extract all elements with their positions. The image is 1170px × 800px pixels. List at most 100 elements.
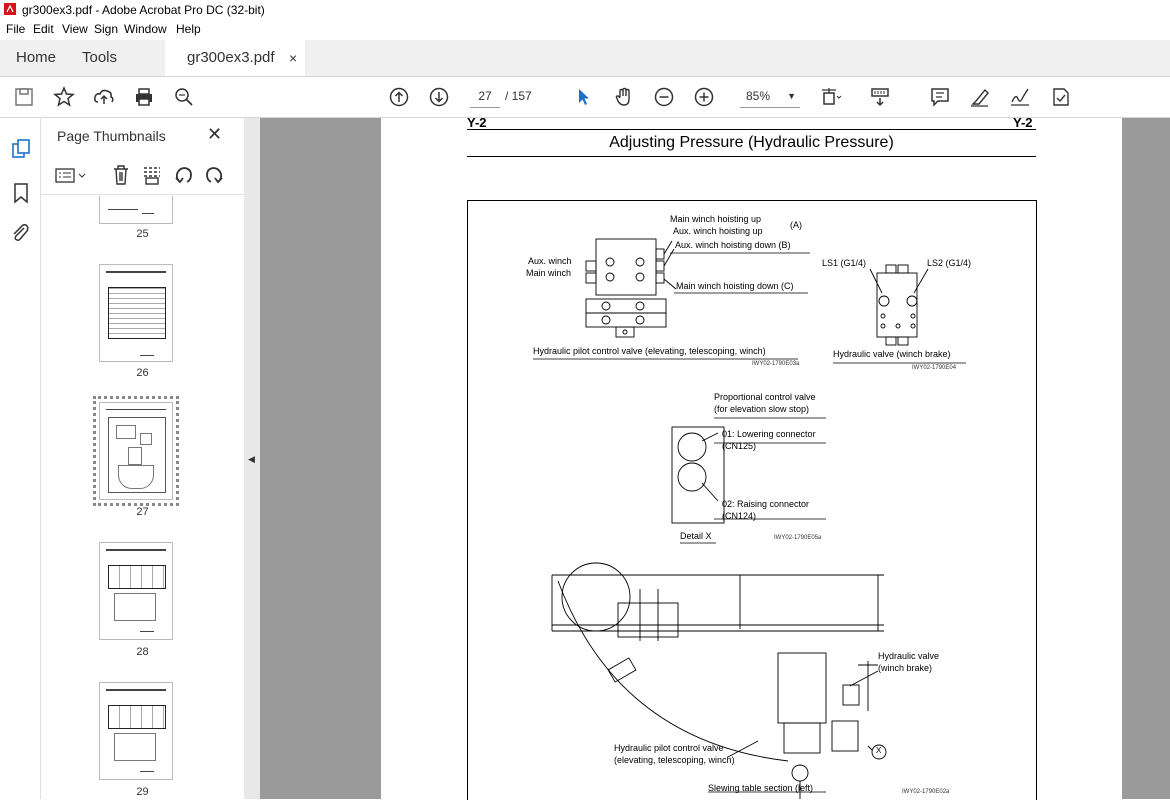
figure-label: Hydraulic valve xyxy=(878,651,940,661)
left-rail xyxy=(0,118,41,799)
toolbar: 27 / 157 85% ▼ xyxy=(0,77,1170,118)
options-menu-icon[interactable] xyxy=(55,166,89,186)
previous-page-icon[interactable] xyxy=(387,85,411,109)
figure-label: LS2 (G1/4) xyxy=(927,258,972,268)
acrobat-icon xyxy=(4,3,16,15)
bookmark-star-icon[interactable] xyxy=(52,85,76,109)
tab-tools[interactable]: Tools xyxy=(82,40,117,76)
bookmarks-icon[interactable] xyxy=(12,182,30,204)
insert-page-icon[interactable] xyxy=(141,164,163,186)
attachments-icon[interactable] xyxy=(10,222,30,244)
highlight-pen-icon[interactable] xyxy=(968,85,992,109)
figure-label: (for elevation slow stop) xyxy=(714,404,810,414)
figure-label: Hydraulic valve (winch brake) xyxy=(833,349,951,359)
tab-close-icon[interactable]: × xyxy=(289,40,297,76)
upload-cloud-icon[interactable] xyxy=(92,85,116,109)
menu-edit[interactable]: Edit xyxy=(33,22,54,36)
select-tool-icon[interactable] xyxy=(572,85,596,109)
running-header-left: Y-2 xyxy=(467,115,487,130)
rotate-cw-icon[interactable] xyxy=(203,164,225,186)
figure-label: Aux. winch hoisting up xyxy=(673,226,763,236)
figure-label: Proportional control valve xyxy=(714,392,816,402)
save-icon[interactable] xyxy=(12,85,36,109)
figure-code: IWY02-1790E03a xyxy=(752,361,800,367)
page-thumbnail[interactable] xyxy=(99,542,173,640)
title-rule xyxy=(467,156,1036,157)
hand-tool-icon[interactable] xyxy=(612,85,636,109)
zoom-select[interactable]: 85% ▼ xyxy=(740,85,800,108)
menu-help[interactable]: Help xyxy=(176,22,201,36)
figure-label: Hydraulic pilot control valve (elevating… xyxy=(533,346,766,356)
comment-icon[interactable] xyxy=(928,85,952,109)
zoom-out-icon[interactable] xyxy=(652,85,676,109)
figure-label: Detail X xyxy=(680,531,712,541)
figure-label: (elevating, telescoping, winch) xyxy=(614,755,735,765)
running-header-right: Y-2 xyxy=(1013,115,1033,130)
thumbnail-label: 29 xyxy=(136,786,149,798)
figure-label: (CN125) xyxy=(722,441,757,451)
next-page-icon[interactable] xyxy=(427,85,451,109)
menu-bar: File Edit View Sign Window Help xyxy=(0,20,1170,38)
panel-title: Page Thumbnails xyxy=(57,128,166,144)
figure-code: IWY02-1790E05a xyxy=(774,535,822,541)
figure-label: (A) xyxy=(790,220,802,230)
hydraulic-figure: Main winch hoisting up (A) Aux. winch ho… xyxy=(467,200,1037,800)
page-thumbnail[interactable] xyxy=(99,682,173,780)
delete-page-icon[interactable] xyxy=(111,164,131,186)
thumbnail-label: 28 xyxy=(136,646,149,658)
figure-label: 02: Raising connector xyxy=(722,499,810,509)
close-icon[interactable]: ✕ xyxy=(207,124,222,145)
figure-label: Main winch xyxy=(526,268,572,278)
zoom-in-icon[interactable] xyxy=(692,85,716,109)
thumbnail-list: 25 26 27 28 29 xyxy=(41,196,244,799)
thumbnail-label: 25 xyxy=(136,228,149,240)
page-total: / 157 xyxy=(505,89,532,103)
menu-sign[interactable]: Sign xyxy=(94,22,118,36)
figure-code: IWY02-1790E02a xyxy=(902,789,950,795)
figure-label: (winch brake) xyxy=(878,663,933,673)
menu-file[interactable]: File xyxy=(6,22,25,36)
tab-document-label: gr300ex3.pdf xyxy=(187,49,275,66)
tab-home[interactable]: Home xyxy=(16,40,56,76)
page-thumbnail[interactable] xyxy=(99,196,173,224)
panel-toolbar xyxy=(41,158,244,195)
panel-collapse-handle[interactable]: ◀ xyxy=(244,118,260,799)
figure-label: Aux. winch hoisting down (B) xyxy=(675,240,791,250)
figure-label: LS1 (G1/4) xyxy=(822,258,867,268)
header-rule xyxy=(467,129,1036,130)
menu-window[interactable]: Window xyxy=(124,22,167,36)
figure-label: X xyxy=(876,746,882,755)
figure-label: Hydraulic pilot control valve xyxy=(614,743,724,753)
menu-view[interactable]: View xyxy=(62,22,88,36)
page-thumbnails-icon[interactable] xyxy=(10,138,32,160)
thumbnail-label: 26 xyxy=(136,367,149,379)
page-thumbnail[interactable] xyxy=(93,396,179,506)
tab-bar: Home Tools gr300ex3.pdf × xyxy=(0,40,1170,77)
search-icon[interactable] xyxy=(172,85,196,109)
print-icon[interactable] xyxy=(132,85,156,109)
window-title: gr300ex3.pdf - Adobe Acrobat Pro DC (32-… xyxy=(22,3,265,17)
page-fit-icon[interactable] xyxy=(818,85,842,109)
page-title: Adjusting Pressure (Hydraulic Pressure) xyxy=(609,134,894,151)
page-number-input[interactable]: 27 xyxy=(470,85,500,108)
fill-sign-icon[interactable] xyxy=(1048,85,1072,109)
page-thumbnail[interactable] xyxy=(99,264,173,362)
zoom-value: 85% xyxy=(746,89,771,103)
figure-label: Aux. winch xyxy=(528,256,572,266)
scroll-mode-icon[interactable] xyxy=(868,85,892,109)
sign-icon[interactable] xyxy=(1008,85,1032,109)
figure-label: Main winch hoisting up xyxy=(670,214,762,224)
rotate-ccw-icon[interactable] xyxy=(173,164,195,186)
thumbnail-label: 27 xyxy=(136,506,149,518)
figure-label: (CN124) xyxy=(722,511,757,521)
thumbnails-panel: Page Thumbnails ✕ 25 26 27 28 29 xyxy=(41,118,275,799)
collapse-arrow-icon: ◀ xyxy=(248,454,255,464)
title-bar: gr300ex3.pdf - Adobe Acrobat Pro DC (32-… xyxy=(0,0,1170,20)
tab-document[interactable]: gr300ex3.pdf × xyxy=(165,40,305,76)
figure-label: Slewing table section (left) xyxy=(708,783,814,793)
pdf-page: Y-2 Y-2 Adjusting Pressure (Hydraulic Pr… xyxy=(381,115,1122,800)
figure-label: 01: Lowering connector xyxy=(722,429,816,439)
figure-code: IWY02-1790E04 xyxy=(912,365,957,371)
document-viewer[interactable]: Y-2 Y-2 Adjusting Pressure (Hydraulic Pr… xyxy=(260,115,1170,800)
chevron-down-icon: ▼ xyxy=(787,91,796,101)
